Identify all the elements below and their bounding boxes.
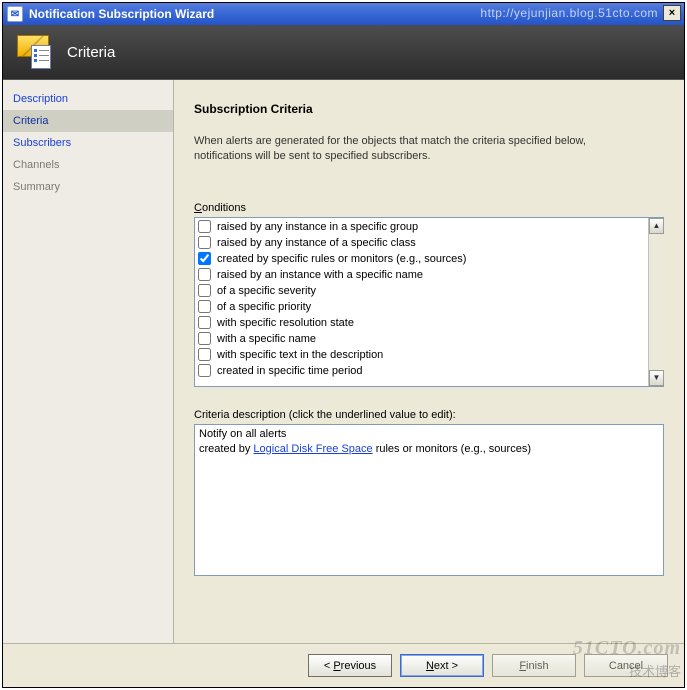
sidebar-item-description[interactable]: Description: [3, 88, 173, 110]
sidebar-item-channels: Channels: [3, 154, 173, 176]
cancel-button[interactable]: Cancel: [584, 654, 668, 677]
condition-label: with a specific name: [217, 333, 316, 345]
body: DescriptionCriteriaSubscribersChannelsSu…: [3, 80, 684, 643]
condition-checkbox[interactable]: [198, 300, 211, 313]
page-heading: Subscription Criteria: [194, 102, 664, 116]
scrollbar[interactable]: ▲ ▼: [648, 218, 664, 386]
window-title: Notification Subscription Wizard: [29, 7, 214, 21]
condition-label: raised by an instance with a specific na…: [217, 269, 423, 281]
criteria-value-link[interactable]: Logical Disk Free Space: [253, 443, 372, 455]
condition-checkbox[interactable]: [198, 252, 211, 265]
condition-label: created in specific time period: [217, 365, 363, 377]
condition-row[interactable]: of a specific severity: [197, 283, 646, 299]
sidebar-item-summary: Summary: [3, 176, 173, 198]
condition-checkbox[interactable]: [198, 220, 211, 233]
intro-text: When alerts are generated for the object…: [194, 134, 624, 164]
condition-row[interactable]: with specific resolution state: [197, 315, 646, 331]
previous-button[interactable]: < Previous: [308, 654, 392, 677]
condition-row[interactable]: created in specific time period: [197, 363, 646, 379]
main-panel: Subscription Criteria When alerts are ge…: [174, 80, 684, 643]
wizard-window: ✉ Notification Subscription Wizard http:…: [2, 2, 685, 688]
condition-label: raised by any instance in a specific gro…: [217, 221, 418, 233]
scroll-up-button[interactable]: ▲: [649, 218, 664, 234]
condition-label: with specific text in the description: [217, 349, 383, 361]
condition-checkbox[interactable]: [198, 284, 211, 297]
banner-icon: [17, 35, 53, 69]
titlebar[interactable]: ✉ Notification Subscription Wizard http:…: [3, 3, 684, 25]
conditions-listbox[interactable]: raised by any instance in a specific gro…: [194, 217, 664, 387]
condition-label: created by specific rules or monitors (e…: [217, 253, 466, 265]
condition-checkbox[interactable]: [198, 316, 211, 329]
condition-row[interactable]: with a specific name: [197, 331, 646, 347]
condition-checkbox[interactable]: [198, 268, 211, 281]
condition-row[interactable]: raised by any instance of a specific cla…: [197, 235, 646, 251]
condition-row[interactable]: raised by any instance in a specific gro…: [197, 219, 646, 235]
condition-row[interactable]: created by specific rules or monitors (e…: [197, 251, 646, 267]
condition-checkbox[interactable]: [198, 332, 211, 345]
criteria-line1: Notify on all alerts: [199, 427, 659, 442]
conditions-items: raised by any instance in a specific gro…: [195, 218, 648, 386]
next-button[interactable]: Next >: [400, 654, 484, 677]
condition-row[interactable]: with specific text in the description: [197, 347, 646, 363]
condition-row[interactable]: raised by an instance with a specific na…: [197, 267, 646, 283]
scroll-track[interactable]: [649, 234, 664, 370]
criteria-desc-label: Criteria description (click the underlin…: [194, 409, 664, 421]
condition-label: of a specific priority: [217, 301, 311, 313]
sidebar: DescriptionCriteriaSubscribersChannelsSu…: [3, 80, 174, 643]
banner: Criteria: [3, 25, 684, 80]
criteria-description-box[interactable]: Notify on all alerts created by Logical …: [194, 424, 664, 576]
condition-checkbox[interactable]: [198, 364, 211, 377]
condition-checkbox[interactable]: [198, 236, 211, 249]
condition-checkbox[interactable]: [198, 348, 211, 361]
close-button[interactable]: ×: [663, 5, 681, 21]
finish-button[interactable]: Finish: [492, 654, 576, 677]
sidebar-item-criteria[interactable]: Criteria: [3, 110, 173, 132]
source-url-watermark: http://yejunjian.blog.51cto.com: [480, 6, 658, 20]
app-icon: ✉: [7, 6, 23, 22]
scroll-down-button[interactable]: ▼: [649, 370, 664, 386]
criteria-line2: created by Logical Disk Free Space rules…: [199, 442, 659, 457]
sidebar-item-subscribers[interactable]: Subscribers: [3, 132, 173, 154]
condition-label: of a specific severity: [217, 285, 316, 297]
footer: < Previous Next > Finish Cancel: [3, 643, 684, 687]
condition-label: raised by any instance of a specific cla…: [217, 237, 416, 249]
condition-row[interactable]: of a specific priority: [197, 299, 646, 315]
conditions-label: Conditions: [194, 202, 664, 214]
banner-title: Criteria: [67, 44, 115, 61]
condition-label: with specific resolution state: [217, 317, 354, 329]
